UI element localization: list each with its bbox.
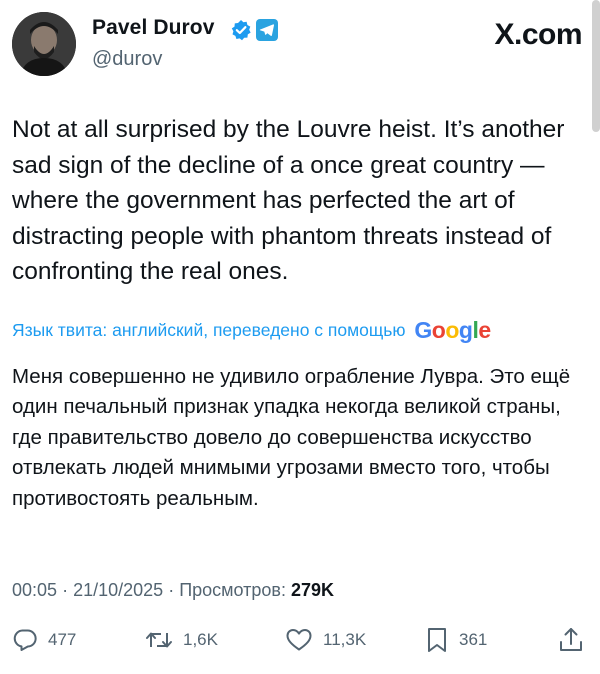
tweet-header: Pavel Durov @durov X.com [12, 12, 582, 78]
avatar[interactable] [12, 12, 76, 76]
like-button[interactable]: 11,3K [285, 624, 366, 656]
reply-icon [13, 629, 37, 651]
google-logo-letter: e [478, 317, 491, 343]
reply-count: 477 [48, 630, 77, 649]
repost-count: 1,6K [183, 630, 218, 649]
google-logo-letter: g [458, 317, 473, 343]
repost-button[interactable]: 1,6K [145, 624, 218, 656]
verified-icon [231, 20, 251, 41]
author-name[interactable]: Pavel Durov [92, 16, 215, 40]
tweet-date[interactable]: 21/10/2025 [73, 580, 163, 600]
tweet-time[interactable]: 00:05 [12, 580, 57, 600]
like-count: 11,3K [323, 630, 367, 649]
site-label: X.com [494, 18, 582, 51]
share-icon [560, 628, 582, 651]
author-handle[interactable]: @durov [92, 48, 162, 71]
bookmark-button[interactable]: 361 [425, 624, 487, 656]
scrollbar[interactable] [592, 0, 600, 132]
share-button[interactable] [558, 624, 584, 656]
bookmark-icon [428, 628, 446, 652]
avatar-image [12, 12, 76, 76]
meta-separator: · [168, 580, 175, 600]
repost-icon [146, 632, 172, 648]
translated-text: Меня совершенно не удивило ограбление Лу… [12, 365, 571, 510]
tweet-text: Not at all surprised by the Louvre heist… [12, 116, 565, 285]
tweet-meta: 00:05 · 21/10/2025 · Просмотров: 279K [12, 580, 334, 601]
views-label: Просмотров: [179, 580, 286, 600]
tweet-actions: 477 1,6K 11,3K 361 [12, 624, 588, 656]
google-logo-letter: o [431, 317, 446, 343]
google-logo: Google [414, 317, 491, 343]
meta-separator: · [62, 580, 69, 600]
translation-label: Язык твита: английский, переведено с пом… [12, 320, 406, 340]
google-logo-letter: o [445, 317, 459, 343]
reply-button[interactable]: 477 [12, 624, 76, 656]
heart-icon [286, 629, 312, 651]
views-count: 279K [291, 580, 335, 600]
telegram-icon [256, 19, 278, 41]
google-logo-letter: G [414, 317, 432, 343]
bookmark-count: 361 [459, 630, 488, 649]
translation-attribution[interactable]: Язык твита: английский, переведено с пом… [12, 317, 491, 344]
